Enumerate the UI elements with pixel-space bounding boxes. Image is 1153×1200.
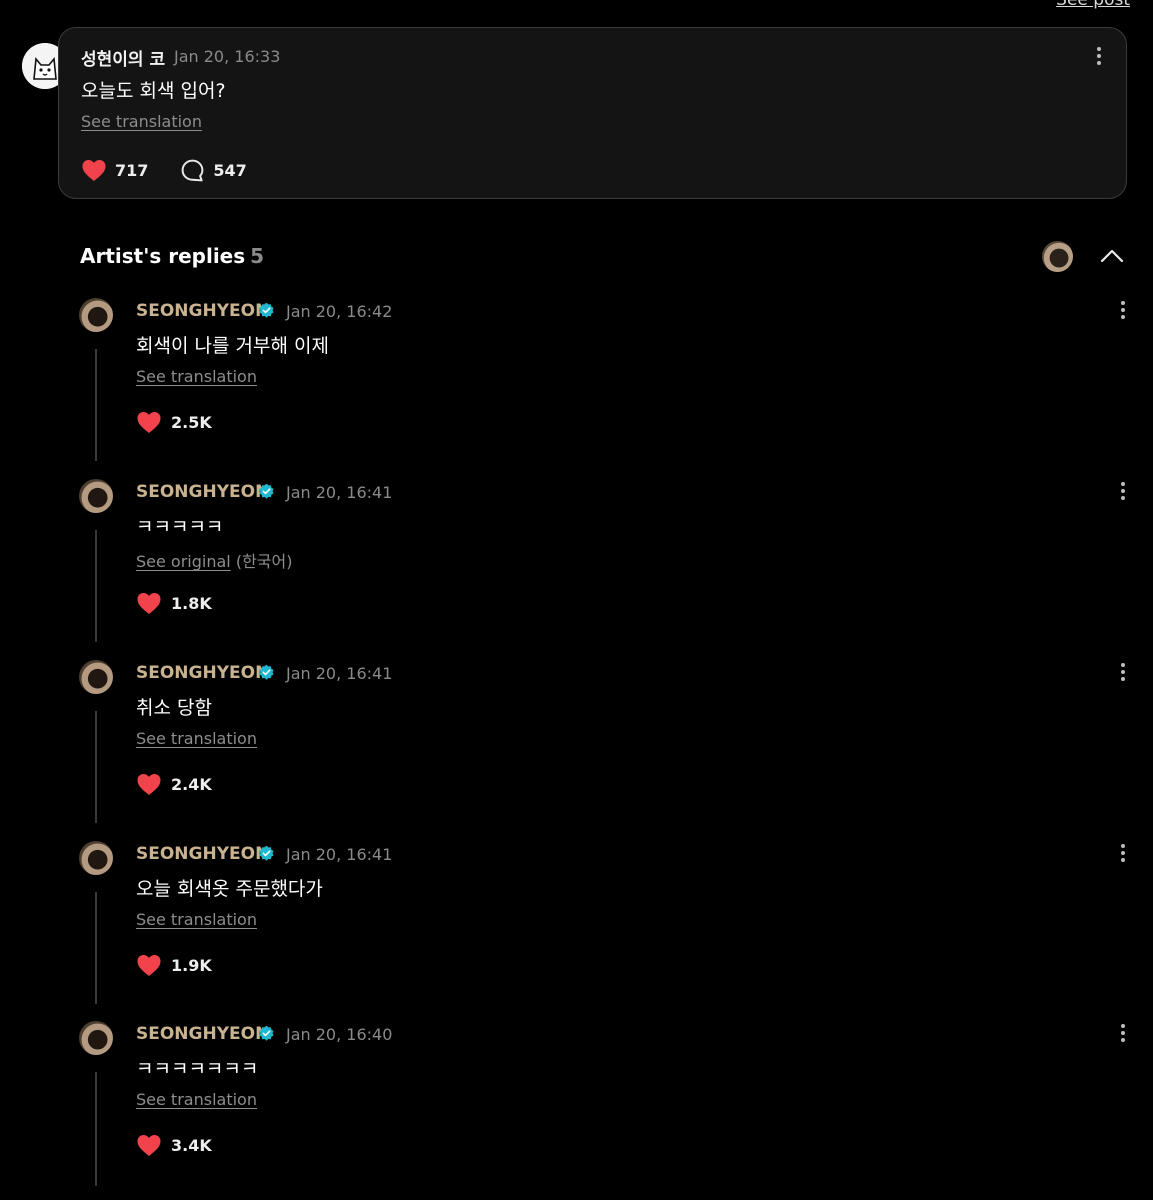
reply-body-text: ㅋㅋㅋㅋㅋ (136, 516, 224, 538)
artist-replies-title: Artist's replies (80, 244, 246, 268)
reply-avatar[interactable] (79, 298, 113, 332)
reply-item: SEONGHYEON Jan 20, 16:40 ㅋㅋㅋㅋㅋㅋㅋ See tra… (0, 1021, 1153, 1200)
reply-item: SEONGHYEON Jan 20, 16:41 오늘 회색옷 주문했다가 Se… (0, 841, 1153, 1022)
reply-item: SEONGHYEON Jan 20, 16:41 ㅋㅋㅋㅋㅋ See origi… (0, 479, 1153, 660)
heart-icon (137, 1135, 161, 1156)
thread-line (95, 711, 97, 823)
reply-timestamp: Jan 20, 16:42 (286, 302, 393, 321)
reply-translation-row: See translation (136, 729, 257, 748)
artist-replies-heading: Artist's replies 5 (80, 244, 264, 268)
reply-like-count: 1.8K (171, 594, 212, 613)
reply-more-button[interactable] (1120, 482, 1126, 500)
reply-translation-row: See original (한국어) (136, 548, 292, 572)
reply-more-button[interactable] (1120, 301, 1126, 319)
post-like-count: 717 (115, 161, 149, 180)
reply-author-name[interactable]: SEONGHYEON (136, 482, 269, 502)
reply-timestamp: Jan 20, 16:41 (286, 664, 393, 683)
verified-badge-icon (259, 845, 274, 861)
thread-line (95, 349, 97, 461)
post-more-button[interactable] (1096, 47, 1102, 65)
reply-more-button[interactable] (1120, 663, 1126, 681)
collapse-replies-button[interactable] (1100, 248, 1124, 268)
heart-icon (82, 160, 106, 181)
reply-like-count: 3.4K (171, 1136, 212, 1155)
reply-more-button[interactable] (1120, 1024, 1126, 1042)
reply-like-count: 2.4K (171, 775, 212, 794)
reply-body-text: 오늘 회색옷 주문했다가 (136, 878, 323, 900)
reply-like-count: 2.5K (171, 413, 212, 432)
reply-timestamp: Jan 20, 16:40 (286, 1025, 393, 1044)
heart-icon (137, 774, 161, 795)
reply-like-button[interactable]: 3.4K (136, 1134, 212, 1157)
post-comment-button[interactable]: 547 (180, 158, 247, 183)
verified-badge-icon (259, 664, 274, 680)
post-stats: 717 547 (81, 158, 279, 183)
reply-see-translation-link[interactable]: See translation (136, 1090, 257, 1109)
reply-like-button[interactable]: 2.4K (136, 773, 212, 796)
reply-translation-row: See translation (136, 1090, 257, 1109)
more-vertical-icon (1121, 663, 1125, 667)
chevron-up-icon (1100, 249, 1124, 263)
reply-translation-row: See translation (136, 910, 257, 929)
reply-avatar[interactable] (79, 841, 113, 875)
reply-see-translation-link[interactable]: See translation (136, 729, 257, 748)
reply-like-button[interactable]: 1.8K (136, 592, 212, 615)
verified-badge-icon (259, 302, 274, 318)
reply-timestamp: Jan 20, 16:41 (286, 845, 393, 864)
reply-item: SEONGHYEON Jan 20, 16:41 취소 당함 See trans… (0, 660, 1153, 841)
heart-icon (137, 593, 161, 614)
reply-author-name[interactable]: SEONGHYEON (136, 844, 269, 864)
reply-item: SEONGHYEON Jan 20, 16:42 회색이 나를 거부해 이제 S… (0, 298, 1153, 479)
see-post-link[interactable]: See post (1056, 0, 1130, 10)
post-body-text: 오늘도 회색 입어? (81, 80, 226, 102)
reply-avatar[interactable] (79, 1021, 113, 1055)
heart-icon (137, 412, 161, 433)
thread-line (95, 530, 97, 642)
more-vertical-icon (1121, 844, 1125, 848)
reply-language-label: (한국어) (235, 552, 293, 571)
post-see-translation-link[interactable]: See translation (81, 112, 202, 131)
reply-see-original-link[interactable]: See original (136, 552, 231, 571)
reply-avatar[interactable] (79, 660, 113, 694)
reply-body-text: 취소 당함 (136, 697, 212, 719)
reply-like-button[interactable]: 1.9K (136, 954, 212, 977)
verified-badge-icon (259, 483, 274, 499)
post-card: 성현이의 코 Jan 20, 16:33 오늘도 회색 입어? See tran… (58, 27, 1127, 199)
reply-body-text: 회색이 나를 거부해 이제 (136, 335, 329, 357)
thread-line (95, 892, 97, 1004)
reply-see-translation-link[interactable]: See translation (136, 910, 257, 929)
post-like-button[interactable]: 717 (81, 159, 148, 182)
post-author-name[interactable]: 성현이의 코 (81, 45, 165, 70)
reply-author-name[interactable]: SEONGHYEON (136, 663, 269, 683)
reply-body-text: ㅋㅋㅋㅋㅋㅋㅋ (136, 1058, 259, 1080)
reply-like-button[interactable]: 2.5K (136, 411, 212, 434)
thread-line (95, 1072, 97, 1186)
comment-bubble-icon (182, 159, 204, 182)
reply-timestamp: Jan 20, 16:41 (286, 483, 393, 502)
post-comment-count: 547 (213, 161, 247, 180)
post-timestamp: Jan 20, 16:33 (174, 47, 281, 66)
reply-like-count: 1.9K (171, 956, 212, 975)
reply-author-name[interactable]: SEONGHYEON (136, 1024, 269, 1044)
reply-see-translation-link[interactable]: See translation (136, 367, 257, 386)
more-vertical-icon (1121, 1024, 1125, 1028)
reply-author-name[interactable]: SEONGHYEON (136, 301, 269, 321)
reply-more-button[interactable] (1120, 844, 1126, 862)
more-vertical-icon (1097, 47, 1101, 51)
verified-badge-icon (259, 1025, 274, 1041)
artist-avatar[interactable] (1042, 241, 1073, 272)
more-vertical-icon (1121, 301, 1125, 305)
reply-avatar[interactable] (79, 479, 113, 513)
artist-replies-count: 5 (250, 244, 265, 268)
more-vertical-icon (1121, 482, 1125, 486)
heart-icon (137, 955, 161, 976)
reply-translation-row: See translation (136, 367, 257, 386)
